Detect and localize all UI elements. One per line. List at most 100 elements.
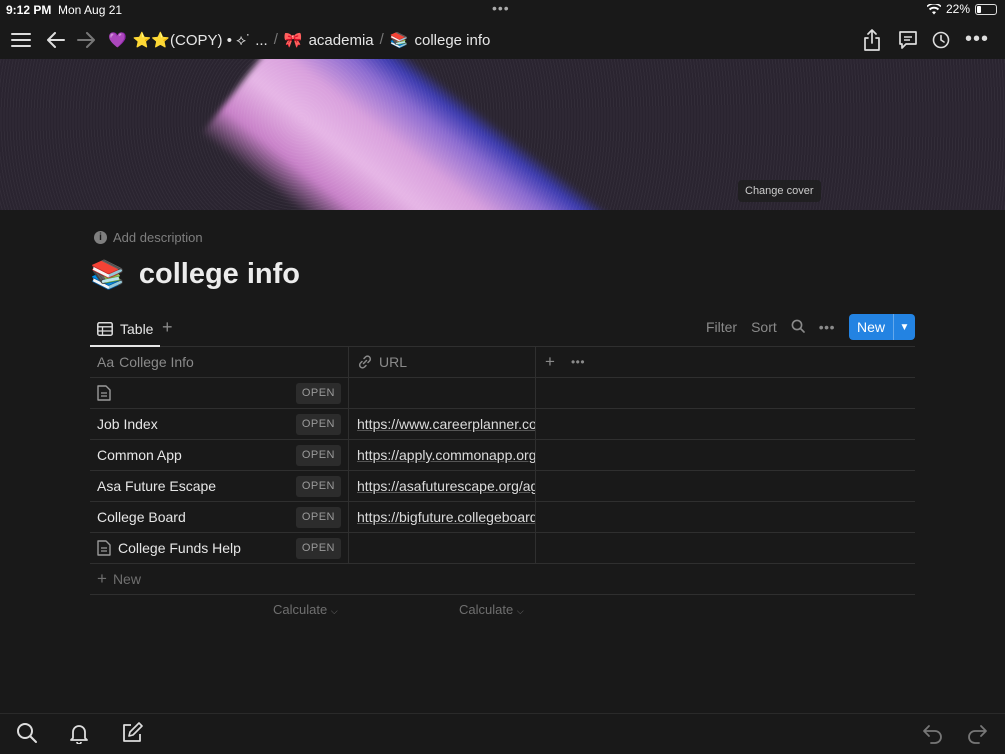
breadcrumb-separator: / (273, 31, 278, 48)
breadcrumb-label: ⭐⭐(COPY) • ⟡˙ ... (132, 31, 268, 49)
history-icon[interactable] (931, 20, 951, 59)
books-icon: 📚 (389, 31, 409, 49)
url-cell[interactable] (349, 533, 536, 563)
breadcrumb-label: academia (308, 31, 374, 49)
add-property-icon[interactable]: + (545, 352, 555, 372)
tab-label: Table (120, 321, 154, 337)
table-row[interactable]: OPEN (90, 378, 915, 409)
chevron-down-icon: ⌵ (516, 606, 524, 616)
breadcrumb-item[interactable]: 📚 college info (390, 31, 491, 49)
table-icon (97, 322, 113, 336)
url-cell[interactable]: https://bigfuture.collegeboard (349, 502, 536, 532)
open-button[interactable]: OPEN (295, 445, 341, 466)
sort-button[interactable]: Sort (751, 319, 777, 335)
open-button[interactable]: OPEN (295, 476, 341, 497)
row-title: Job Index (97, 416, 158, 432)
bow-icon: 🎀 (283, 31, 303, 49)
compose-icon[interactable] (121, 722, 143, 749)
wifi-icon (926, 3, 941, 14)
redo-icon[interactable] (966, 722, 988, 749)
battery-percent: 22% (945, 2, 970, 16)
calculate-label: Calculate (273, 602, 328, 617)
view-toolbar: Filter Sort ••• New ▼ (706, 314, 915, 340)
page-title[interactable]: college info (139, 258, 300, 291)
battery-fill (977, 5, 981, 13)
url-cell[interactable] (349, 378, 536, 408)
properties-more-icon[interactable]: ••• (571, 355, 585, 369)
undo-icon[interactable] (922, 722, 944, 749)
comment-icon[interactable] (897, 20, 919, 59)
calculate-row: Calculate ⌵ Calculate ⌵ (90, 595, 915, 625)
column-header-url[interactable]: URL (349, 347, 536, 377)
filter-button[interactable]: Filter (706, 319, 737, 335)
title-cell[interactable]: Job Index OPEN (90, 409, 349, 439)
url-link[interactable]: https://bigfuture.collegeboard (357, 509, 535, 525)
row-title: Asa Future Escape (97, 478, 217, 494)
status-bar: 9:12 PM Mon Aug 21 ••• 22% (0, 0, 1005, 20)
row-title: College Funds Help (118, 540, 241, 556)
add-row-label: New (112, 571, 141, 587)
new-button-label: New (856, 319, 885, 335)
breadcrumb-label: college info (414, 31, 491, 49)
url-link[interactable]: https://asafuturescape.org/ag (357, 478, 535, 494)
share-icon[interactable] (862, 20, 882, 59)
search-icon[interactable] (16, 722, 38, 749)
row-title: College Board (97, 509, 186, 525)
books-icon[interactable]: 📚 (90, 258, 125, 291)
document-icon (97, 385, 111, 401)
top-nav: 💜 ⭐⭐(COPY) • ⟡˙ ... / 🎀 academia / 📚 colleg… (0, 20, 1005, 59)
open-button[interactable]: OPEN (295, 538, 341, 559)
chevron-down-icon: ⌵ (330, 606, 338, 616)
empty-cell (536, 378, 915, 408)
title-cell[interactable]: Asa Future Escape OPEN (90, 471, 349, 501)
link-icon (358, 355, 372, 369)
database-table: Aa College Info URL + ••• OPEN Job Index… (90, 347, 915, 625)
tab-table[interactable]: Table (90, 313, 161, 347)
change-cover-button[interactable]: Change cover (738, 180, 821, 202)
view-tabbar: Table + Filter Sort ••• New ▼ (90, 313, 915, 347)
title-cell[interactable]: College Funds Help OPEN (90, 533, 349, 563)
title-cell[interactable]: OPEN (90, 378, 349, 408)
table-row[interactable]: College Board OPEN https://bigfuture.col… (90, 502, 915, 533)
row-title: Common App (97, 447, 182, 463)
search-icon[interactable] (791, 319, 805, 336)
add-description-button[interactable]: i Add description (94, 230, 203, 245)
url-link[interactable]: https://apply.commonapp.org/ (357, 447, 535, 463)
url-cell[interactable]: https://asafuturescape.org/ag (349, 471, 536, 501)
column-header-actions: + ••• (536, 347, 915, 377)
table-row[interactable]: College Funds Help OPEN (90, 533, 915, 564)
bottom-toolbar (0, 713, 1005, 754)
column-header-title[interactable]: Aa College Info (90, 347, 349, 377)
calculate-title-button[interactable]: Calculate ⌵ (273, 602, 338, 617)
info-icon: i (94, 231, 107, 244)
title-cell[interactable]: Common App OPEN (90, 440, 349, 470)
url-cell[interactable]: https://www.careerplanner.cor (349, 409, 536, 439)
back-arrow-icon[interactable] (46, 20, 66, 59)
add-description-label: Add description (113, 230, 203, 245)
chevron-down-icon[interactable]: ▼ (893, 314, 915, 340)
forward-arrow-icon[interactable] (76, 20, 96, 59)
open-button[interactable]: OPEN (295, 507, 341, 528)
multitasking-dots-icon[interactable]: ••• (492, 0, 510, 16)
url-link[interactable]: https://www.careerplanner.cor (357, 416, 535, 432)
menu-icon[interactable] (10, 20, 32, 59)
add-view-icon[interactable]: + (162, 317, 173, 338)
breadcrumb-item[interactable]: 🎀 academia (284, 31, 374, 49)
plus-icon: + (97, 569, 107, 588)
title-cell[interactable]: College Board OPEN (90, 502, 349, 532)
more-icon[interactable]: ••• (964, 20, 990, 59)
view-more-icon[interactable]: ••• (819, 319, 835, 335)
table-row[interactable]: Asa Future Escape OPEN https://asafuture… (90, 471, 915, 502)
table-row[interactable]: Job Index OPEN https://www.careerplanner… (90, 409, 915, 440)
open-button[interactable]: OPEN (295, 414, 341, 435)
empty-cell (536, 533, 915, 563)
text-property-icon: Aa (97, 354, 115, 370)
add-row-button[interactable]: + New (90, 564, 915, 595)
bell-icon[interactable] (68, 722, 90, 749)
table-row[interactable]: Common App OPEN https://apply.commonapp.… (90, 440, 915, 471)
url-cell[interactable]: https://apply.commonapp.org/ (349, 440, 536, 470)
calculate-url-button[interactable]: Calculate ⌵ (459, 602, 524, 617)
open-button[interactable]: OPEN (295, 383, 341, 404)
breadcrumb-item[interactable]: 💜 ⭐⭐(COPY) • ⟡˙ ... (108, 31, 268, 49)
new-button[interactable]: New ▼ (848, 314, 915, 340)
